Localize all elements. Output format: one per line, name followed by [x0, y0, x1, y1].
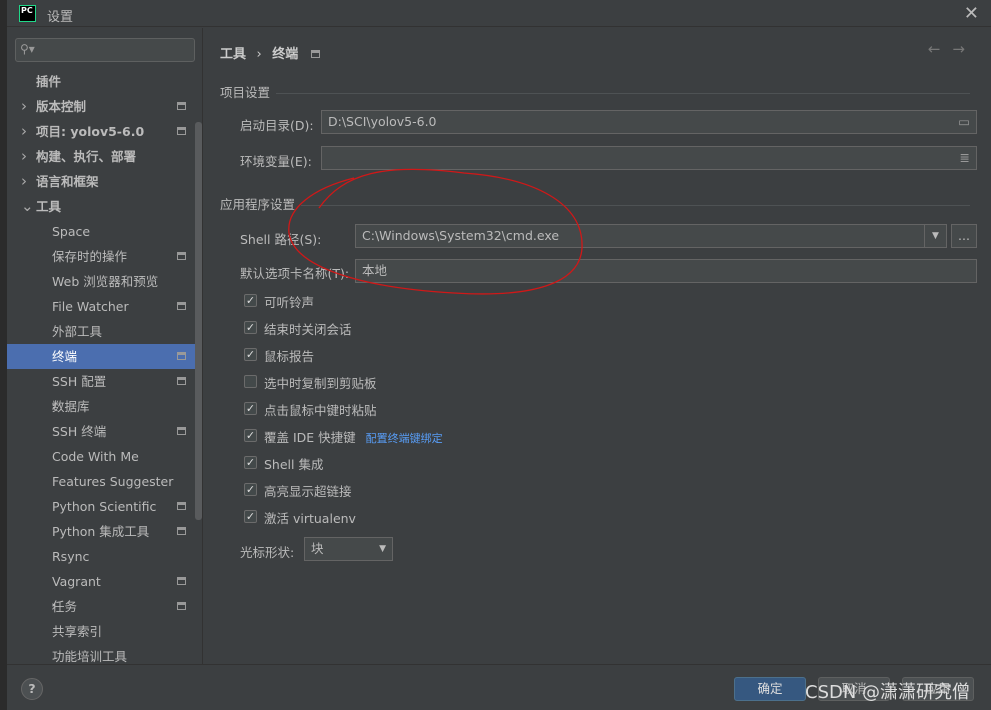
sidebar-item-label: 语言和框架	[36, 174, 99, 189]
sidebar-item[interactable]: Space	[7, 219, 195, 244]
project-scope-icon	[177, 377, 186, 385]
sidebar-item[interactable]: 插件	[7, 69, 195, 94]
sidebar-item[interactable]: › 构建、执行、部署	[7, 144, 195, 169]
sidebar-item-label: 外部工具	[52, 324, 103, 339]
help-button[interactable]: ?	[21, 678, 43, 700]
project-scope-icon	[177, 252, 186, 260]
chevron-right-icon[interactable]: ›	[21, 94, 27, 119]
terminal-settings-panel: 工具 › 终端 ←→ 项目设置 启动目录(D): D:\SCI\yolov5-6…	[204, 28, 991, 664]
sidebar: ⚲▾ 插件 › 版本控制 › 项目: yolov5-6.0 › 构建、执行、部署 › 语言和框架…	[7, 28, 203, 664]
sidebar-item[interactable]: Python 集成工具	[7, 519, 195, 544]
sidebar-item-label: Vagrant	[52, 574, 101, 589]
ok-button[interactable]: 确定	[734, 677, 806, 701]
close-icon[interactable]: ✕	[964, 3, 979, 24]
sidebar-item[interactable]: 共享索引	[7, 619, 195, 644]
pycharm-logo: PC	[19, 5, 36, 22]
sidebar-item[interactable]: SSH 配置	[7, 369, 195, 394]
sidebar-item-label: 插件	[36, 74, 62, 89]
title-bar: PC 设置 ✕	[7, 0, 991, 27]
project-scope-icon	[177, 352, 186, 360]
sidebar-item[interactable]: 外部工具	[7, 319, 195, 344]
sidebar-item-label: 终端	[52, 349, 78, 364]
sidebar-item[interactable]: Vagrant	[7, 569, 195, 594]
sidebar-item-label: 数据库	[52, 399, 90, 414]
sidebar-item[interactable]: 终端	[7, 344, 195, 369]
project-scope-icon	[177, 427, 186, 435]
sidebar-scrollbar[interactable]	[195, 122, 202, 520]
sidebar-item-label: SSH 配置	[52, 374, 107, 389]
sidebar-item[interactable]: › 版本控制	[7, 94, 195, 119]
sidebar-item[interactable]: Python Scientific	[7, 494, 195, 519]
sidebar-item-label: 构建、执行、部署	[36, 149, 137, 164]
sidebar-item[interactable]: Web 浏览器和预览	[7, 269, 195, 294]
sidebar-item-label: SSH 终端	[52, 424, 107, 439]
chevron-right-icon[interactable]: ›	[21, 144, 27, 169]
sidebar-item[interactable]: › 语言和框架	[7, 169, 195, 194]
sidebar-item[interactable]: › 数据库	[7, 394, 195, 419]
sidebar-item[interactable]: ⌄ 工具	[7, 194, 195, 219]
chevron-right-icon[interactable]: ›	[21, 169, 27, 194]
window-title: 设置	[47, 10, 74, 25]
project-scope-icon	[177, 602, 186, 610]
sidebar-item-label: Rsync	[52, 549, 90, 564]
sidebar-item[interactable]: 保存时的操作	[7, 244, 195, 269]
sidebar-item-label: 共享索引	[52, 624, 103, 639]
project-scope-icon	[177, 102, 186, 110]
chevron-down-icon[interactable]: ⌄	[21, 194, 34, 219]
sidebar-item[interactable]: › 任务	[7, 594, 195, 619]
sidebar-item-label: 工具	[36, 199, 62, 214]
sidebar-item-label: File Watcher	[52, 299, 129, 314]
sidebar-item[interactable]: File Watcher	[7, 294, 195, 319]
sidebar-item[interactable]: Code With Me	[7, 444, 195, 469]
sidebar-item-label: 任务	[52, 599, 78, 614]
sidebar-item-label: 保存时的操作	[52, 249, 128, 264]
project-scope-icon	[177, 502, 186, 510]
red-ellipse-annotation	[288, 168, 583, 295]
sidebar-item-label: 版本控制	[36, 99, 87, 114]
chevron-right-icon[interactable]: ›	[21, 119, 27, 144]
sidebar-item[interactable]: SSH 终端	[7, 419, 195, 444]
project-scope-icon	[177, 127, 186, 135]
search-input[interactable]: ⚲▾	[15, 38, 195, 62]
sidebar-item[interactable]: Features Suggester	[7, 469, 195, 494]
sidebar-item-label: Code With Me	[52, 449, 139, 464]
sidebar-item-label: Features Suggester	[52, 474, 174, 489]
search-icon: ⚲▾	[20, 42, 35, 56]
sidebar-item-label: Web 浏览器和预览	[52, 274, 159, 289]
sidebar-item-label: Python Scientific	[52, 499, 157, 514]
watermark: CSDN @潇潇研究僧	[805, 682, 971, 703]
sidebar-item-label: 项目: yolov5-6.0	[36, 124, 145, 139]
sidebar-item[interactable]: Rsync	[7, 544, 195, 569]
sidebar-item[interactable]: › 项目: yolov5-6.0	[7, 119, 195, 144]
project-scope-icon	[177, 527, 186, 535]
sidebar-item-label: Space	[52, 224, 91, 239]
project-scope-icon	[177, 577, 186, 585]
settings-dialog: PC 设置 ✕ ⚲▾ 插件 › 版本控制 › 项目: yolov5-6.0 › 构建、执行、…	[7, 0, 991, 710]
project-scope-icon	[177, 302, 186, 310]
sidebar-item-label: Python 集成工具	[52, 524, 150, 539]
